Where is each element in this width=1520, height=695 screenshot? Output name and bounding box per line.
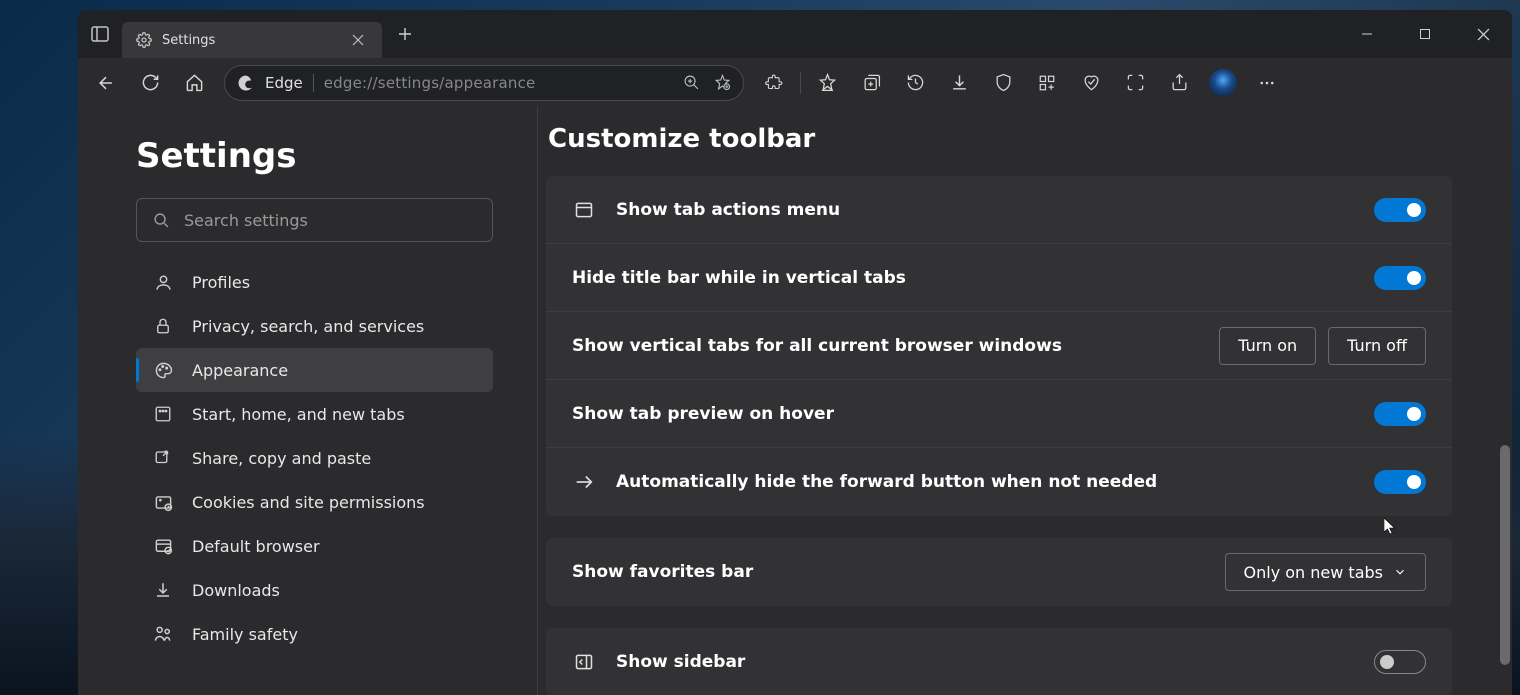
- row-favorites-bar: Show favorites bar Only on new tabs: [546, 538, 1452, 606]
- page-heading: Customize toolbar: [548, 124, 1452, 154]
- lock-icon: [152, 317, 174, 335]
- turn-on-button[interactable]: Turn on: [1219, 327, 1316, 365]
- sidebar-item-appearance[interactable]: Appearance: [136, 348, 493, 392]
- back-button[interactable]: [86, 65, 126, 101]
- share-icon: [152, 449, 174, 467]
- address-bar[interactable]: Edge edge://settings/appearance: [224, 65, 744, 101]
- arrow-right-icon: [572, 471, 596, 493]
- new-tab-button[interactable]: [388, 17, 422, 51]
- row-vertical-tabs-all: Show vertical tabs for all current brows…: [546, 312, 1452, 380]
- tracking-prevention-button[interactable]: [983, 65, 1023, 101]
- apps-button[interactable]: [1027, 65, 1067, 101]
- favorites-button[interactable]: [807, 65, 847, 101]
- window-maximize-button[interactable]: [1396, 10, 1454, 58]
- toggle-hide-title-bar[interactable]: [1374, 266, 1426, 290]
- edge-logo-icon: [237, 74, 255, 92]
- sidebar-item-cookies[interactable]: Cookies and site permissions: [136, 480, 493, 524]
- extensions-button[interactable]: [754, 65, 794, 101]
- zoom-icon[interactable]: [683, 74, 700, 91]
- downloads-button[interactable]: [939, 65, 979, 101]
- collections-button[interactable]: [851, 65, 891, 101]
- cookies-icon: [152, 493, 174, 512]
- gear-icon: [136, 32, 152, 48]
- settings-title: Settings: [136, 136, 493, 176]
- tab-settings[interactable]: Settings: [122, 22, 382, 58]
- more-menu-button[interactable]: [1247, 65, 1287, 101]
- sidebar-item-privacy[interactable]: Privacy, search, and services: [136, 304, 493, 348]
- profile-icon: [152, 273, 174, 292]
- row-tab-actions: Show tab actions menu: [546, 176, 1452, 244]
- row-tab-preview: Show tab preview on hover: [546, 380, 1452, 448]
- toggle-hide-forward[interactable]: [1374, 470, 1426, 494]
- vertical-tabs-button[interactable]: [78, 25, 122, 43]
- palette-icon: [152, 361, 174, 380]
- screenshot-button[interactable]: [1115, 65, 1155, 101]
- favorite-icon[interactable]: [714, 74, 731, 91]
- row-hide-title-bar: Hide title bar while in vertical tabs: [546, 244, 1452, 312]
- sidebar-icon: [572, 652, 596, 672]
- toggle-tab-preview[interactable]: [1374, 402, 1426, 426]
- toggle-tab-actions[interactable]: [1374, 198, 1426, 222]
- download-icon: [152, 581, 174, 599]
- sidebar-item-default-browser[interactable]: Default browser: [136, 524, 493, 568]
- window-close-button[interactable]: [1454, 10, 1512, 58]
- browser-icon: [152, 537, 174, 556]
- row-hide-forward: Automatically hide the forward button wh…: [546, 448, 1452, 516]
- search-input[interactable]: Search settings: [136, 198, 493, 242]
- family-icon: [152, 624, 174, 644]
- address-url: edge://settings/appearance: [324, 74, 536, 92]
- chevron-down-icon: [1393, 565, 1407, 579]
- tab-title: Settings: [162, 33, 215, 48]
- tab-close-button[interactable]: [344, 26, 372, 54]
- home-button[interactable]: [174, 65, 214, 101]
- scrollbar[interactable]: [1498, 125, 1512, 695]
- turn-off-button[interactable]: Turn off: [1328, 327, 1426, 365]
- refresh-button[interactable]: [130, 65, 170, 101]
- row-show-sidebar: Show sidebar: [546, 628, 1452, 695]
- toggle-show-sidebar[interactable]: [1374, 650, 1426, 674]
- history-button[interactable]: [895, 65, 935, 101]
- share-button[interactable]: [1159, 65, 1199, 101]
- favorites-bar-select[interactable]: Only on new tabs: [1225, 553, 1426, 591]
- search-placeholder: Search settings: [184, 211, 308, 230]
- address-label: Edge: [265, 74, 303, 92]
- sidebar-item-downloads[interactable]: Downloads: [136, 568, 493, 612]
- sidebar-item-profiles[interactable]: Profiles: [136, 260, 493, 304]
- sidebar-item-start[interactable]: Start, home, and new tabs: [136, 392, 493, 436]
- grid-icon: [152, 405, 174, 423]
- window-minimize-button[interactable]: [1338, 10, 1396, 58]
- avatar-icon: [1209, 69, 1237, 97]
- browser-essentials-button[interactable]: [1071, 65, 1111, 101]
- panel-icon: [572, 200, 596, 220]
- sidebar-item-family[interactable]: Family safety: [136, 612, 493, 656]
- search-icon: [153, 212, 170, 229]
- sidebar-item-share[interactable]: Share, copy and paste: [136, 436, 493, 480]
- profile-button[interactable]: [1203, 65, 1243, 101]
